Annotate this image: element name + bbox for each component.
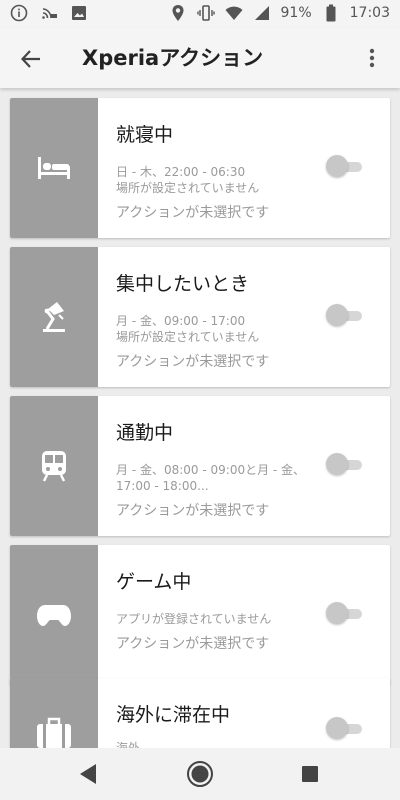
toggle-switch[interactable] (326, 304, 362, 326)
action-card-gaming[interactable]: ゲーム中 アプリが登録されていません アクションが未選択です (10, 545, 390, 685)
back-triangle-icon (80, 764, 96, 784)
card-title: 海外に滞在中 (116, 704, 231, 726)
battery-icon (322, 4, 340, 22)
more-options-button[interactable] (358, 44, 386, 72)
action-list[interactable]: 就寝中 日 - 木、22:00 - 06:30 場所が設定されていません アクシ… (0, 88, 400, 748)
action-card-abroad[interactable]: 海外に滞在中 海外 (10, 678, 390, 748)
volte-icon (40, 4, 58, 22)
card-icon-box (10, 678, 98, 748)
gamepad-icon (37, 605, 71, 626)
clock: 17:03 (349, 5, 390, 21)
desk-lamp-icon (43, 302, 65, 332)
toggle-thumb (326, 155, 348, 177)
image-icon (70, 4, 88, 22)
suitcase-icon (37, 717, 71, 748)
card-action-status: アクションが未選択です (116, 503, 270, 519)
bed-icon (38, 157, 70, 179)
info-icon (10, 4, 28, 22)
card-title: 通勤中 (116, 422, 174, 444)
card-detail: アプリが登録されていません (116, 611, 306, 627)
signal-icon (253, 4, 271, 22)
location-icon (169, 4, 187, 22)
card-detail-text: アプリが登録されていません (116, 612, 272, 626)
card-icon-box (10, 396, 98, 536)
home-circle-icon (187, 761, 213, 787)
card-detail: 月 - 金、08:00 - 09:00と月 - 金、17:00 - 18:00.… (116, 462, 306, 494)
toggle-thumb (326, 453, 348, 475)
recents-square-icon (302, 766, 318, 782)
toggle-switch[interactable] (326, 155, 362, 177)
toggle-thumb (326, 717, 348, 739)
toggle-thumb (326, 602, 348, 624)
card-detail: 月 - 金、09:00 - 17:00 場所が設定されていません (116, 313, 306, 345)
card-action-status: アクションが未選択です (116, 354, 270, 370)
card-action-status: アクションが未選択です (116, 205, 270, 221)
vibrate-icon (196, 4, 215, 22)
card-detail-text: 月 - 金、08:00 - 09:00と月 - 金、17:00 - 18:00.… (116, 463, 306, 493)
toggle-switch[interactable] (326, 602, 362, 624)
wifi-icon (225, 4, 243, 22)
card-icon-box (10, 98, 98, 238)
card-icon-box (10, 247, 98, 387)
card-detail: 海外 (116, 740, 306, 748)
toggle-thumb (326, 304, 348, 326)
train-icon (42, 451, 66, 482)
page-title: Xperiaアクション (82, 46, 264, 70)
app-bar: Xperiaアクション (0, 28, 400, 88)
nav-back-button[interactable] (72, 758, 104, 790)
card-title: 集中したいとき (116, 273, 250, 295)
status-bar: 91% 17:03 (0, 0, 400, 28)
arrow-left-icon (20, 50, 40, 68)
card-title: ゲーム中 (116, 571, 192, 593)
card-action-status: アクションが未選択です (116, 636, 270, 652)
card-detail-text: 月 - 金、09:00 - 17:00 場所が設定されていません (116, 314, 260, 344)
action-card-sleep[interactable]: 就寝中 日 - 木、22:00 - 06:30 場所が設定されていません アクシ… (10, 98, 390, 238)
nav-home-button[interactable] (184, 758, 216, 790)
card-detail-text: 日 - 木、22:00 - 06:30 場所が設定されていません (116, 165, 260, 195)
action-card-focus[interactable]: 集中したいとき 月 - 金、09:00 - 17:00 場所が設定されていません… (10, 247, 390, 387)
more-vert-icon (369, 48, 375, 68)
back-button[interactable] (16, 44, 46, 74)
action-card-commute[interactable]: 通勤中 月 - 金、08:00 - 09:00と月 - 金、17:00 - 18… (10, 396, 390, 536)
nav-recents-button[interactable] (294, 758, 326, 790)
battery-percentage: 91% (280, 5, 312, 21)
card-detail-text: 海外 (116, 741, 141, 748)
card-detail: 日 - 木、22:00 - 06:30 場所が設定されていません (116, 164, 306, 196)
toggle-switch[interactable] (326, 453, 362, 475)
system-nav-bar (0, 748, 400, 800)
toggle-switch[interactable] (326, 717, 362, 739)
card-title: 就寝中 (116, 124, 174, 146)
card-icon-box (10, 545, 98, 685)
